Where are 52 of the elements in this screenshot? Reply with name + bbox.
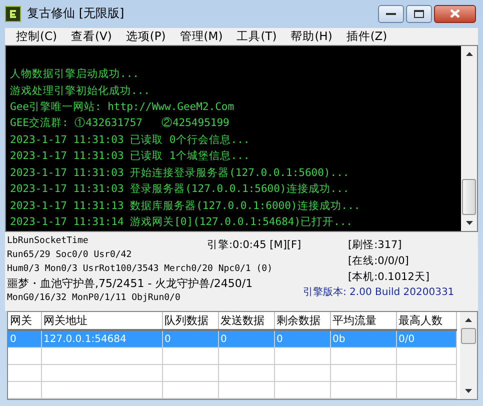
column-header[interactable]: 剩余数据 [274,312,330,330]
status-text: Hum0/3 Mon0/3 UsrRot100/3543 Merch0/20 Npc0/1 (0) [7,263,273,276]
log-line: 游戏处理引擎初始化成功... [10,84,151,99]
menu-item[interactable]: 帮助(H) [284,28,340,44]
menu-item[interactable]: 选项(P) [118,28,173,44]
menu-item[interactable]: 管理(M) [172,28,230,44]
scrollbar[interactable] [461,46,477,232]
menu-item[interactable]: 插件(Z) [339,28,394,44]
table-cell: 0 [274,330,330,348]
maximize-icon [414,10,424,18]
log-line: 2023-1-17 11:31:03 已读取 0个行会信息... [10,132,251,148]
log-line: Gee引擎唯一网站: http://Www.GeeM2.Com [10,100,236,116]
log-line: 2023-1-17 11:31:14 游戏网关[0](127.0.0.1:54684)已打开... [10,214,354,230]
table-cell: 0 [8,330,41,348]
column-header[interactable]: 平均流量 [330,312,396,330]
column-header[interactable]: 网关地址 [41,312,162,330]
status-text: 噩梦・血池守护兽,75/2451 - 火龙守护兽/2450/1 [7,276,253,292]
log-line: 2023-1-17 11:31:03 已读取 1个城堡信息... [10,149,251,164]
status-text: Run65/29 Soc0/0 Usr0/42 [7,249,132,262]
log-line: 2023-1-17 11:31:03 登录服务器(127.0.0.1:5600)连接成功... [10,182,350,198]
column-header[interactable]: 队列数据 [162,312,218,330]
status-text: LbRunSocketTime [7,235,88,248]
menu-item[interactable]: 查看(V) [64,28,119,44]
table-cell: 0/0 [396,330,456,348]
table-cell: 0 [162,330,218,348]
column-header[interactable]: 发送数据 [218,312,274,330]
scroll-thumb[interactable] [461,328,476,344]
scrollbar[interactable] [460,312,477,399]
table-cell: 127.0.0.1:54684 [41,330,162,348]
window-title: 复古修仙 [无限版] [27,5,126,22]
log-line: 2023-1-17 11:31:03 开始连接登录服务器(127.0.0.1:5600)... [10,166,350,181]
engine-time: 引擎:0:0:45 [M][F] [207,239,302,252]
scroll-thumb[interactable] [462,179,476,216]
close-icon [450,9,460,18]
status-counter: [在线:0/0/0] [348,254,410,270]
close-button[interactable] [434,4,476,23]
log-line: GEE交流群: ①432631757 ②425495199 [10,116,230,132]
table-cell: 0b [330,330,396,348]
log-line: 2023-1-17 11:31:13 数据库服务器(127.0.0.1:6000)连接成功... [10,198,362,214]
status-counter: [本机:0.1012天] [348,270,430,286]
table-cell: 0 [218,330,274,348]
status-counter: [刷怪:317] [348,238,403,254]
log-line: 人物数据引擎启动成功... [10,67,140,82]
app-icon [5,6,21,22]
menu-item[interactable]: 控制(C) [9,28,64,44]
column-header[interactable]: 网关 [8,312,41,330]
column-header[interactable]: 最高人数 [396,312,456,330]
engine-version: 引擎版本: 2.00 Build 20200331 [303,286,456,300]
menu-item[interactable]: 工具(T) [230,28,284,44]
status-text: MonG0/16/32 MonP0/1/11 ObjRun0/0 [7,292,180,306]
maximize-button[interactable] [406,4,432,23]
minimize-button[interactable] [378,4,404,23]
